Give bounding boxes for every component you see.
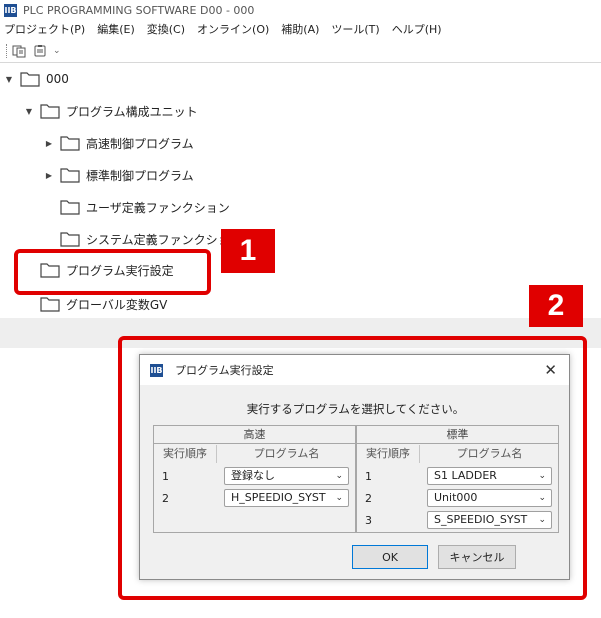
exec-settings-dialog: IIB プログラム実行設定 ✕ 実行するプログラムを選択してください。 高速 実… [139,354,570,580]
folder-icon [40,297,60,312]
expand-arrow-icon[interactable]: ▼ [24,107,34,116]
tree-label: 高速制御プログラム [86,136,194,151]
tree-item-standard[interactable]: ▶ 標準制御プログラム [44,161,194,189]
menu-assist[interactable]: 補助(A) [281,21,319,37]
menu-help[interactable]: ヘルプ(H) [392,21,442,37]
app-icon: IIB [4,3,17,17]
chevron-down-icon: ⌄ [538,493,546,503]
tree-label: ユーザ定義ファンクション [86,200,230,215]
menu-project[interactable]: プロジェクト(P) [4,21,85,37]
group-title: 高速 [154,426,355,444]
toolbar-overflow-icon[interactable]: ⌄ [53,46,61,56]
menu-convert[interactable]: 変換(C) [147,21,185,37]
chevron-down-icon: ⌄ [335,493,343,503]
tree-item-high-speed[interactable]: ▶ 高速制御プログラム [44,129,194,157]
standard-program-select-1[interactable]: S1 LADDER ⌄ [427,467,552,485]
folder-icon [40,104,60,119]
tree-label: 標準制御プログラム [86,168,194,183]
tree-label: グローバル変数GV [66,297,168,312]
group-header: 実行順序 プログラム名 [357,445,558,463]
dialog-title: プログラム実行設定 [175,364,274,377]
collapse-arrow-icon[interactable]: ▶ [44,139,54,148]
ok-button[interactable]: OK [352,545,428,569]
folder-icon [20,72,40,87]
dialog-prompt: 実行するプログラムを選択してください。 [246,402,465,416]
chevron-down-icon: ⌄ [538,471,546,481]
tree-item-program-unit[interactable]: ▼ プログラム構成ユニット [24,97,198,125]
callout-box-1 [14,249,211,295]
group-title: 標準 [357,426,558,444]
exec-order-2: 2 [365,492,372,505]
exec-order-1: 1 [365,470,372,483]
folder-icon [60,136,80,151]
col-program-name: プログラム名 [456,447,523,460]
col-exec-order: 実行順序 [154,445,217,463]
menu-bar: プロジェクト(P) 編集(E) 変換(C) オンライン(O) 補助(A) ツール… [0,20,601,38]
cancel-button[interactable]: キャンセル [438,545,516,569]
tree-label: システム定義ファンクション [86,232,242,247]
folder-icon [60,200,80,215]
standard-program-select-3[interactable]: S_SPEEDIO_SYST ⌄ [427,511,552,529]
copy-icon[interactable] [11,43,27,59]
exec-order-3: 3 [365,514,372,527]
window-title: PLC PROGRAMMING SOFTWARE D00 - 000 [23,3,255,17]
menu-online[interactable]: オンライン(O) [197,21,269,37]
tree-item-user-functions[interactable]: ▶ ユーザ定義ファンクション [44,193,230,221]
high-program-select-2[interactable]: H_SPEEDIO_SYST ⌄ [224,489,349,507]
tree-label: プログラム構成ユニット [66,104,198,119]
window-titlebar: IIB PLC PROGRAMMING SOFTWARE D00 - 000 [0,0,601,20]
callout-badge-1: 1 [221,229,275,273]
menu-edit[interactable]: 編集(E) [97,21,135,37]
col-exec-order: 実行順序 [357,445,420,463]
folder-icon [60,168,80,183]
collapse-arrow-icon[interactable]: ▶ [44,171,54,180]
group-standard: 標準 実行順序 プログラム名 1 S1 LADDER ⌄ 2 Unit000 ⌄… [356,425,559,533]
chevron-down-icon: ⌄ [335,471,343,481]
exec-order-2: 2 [162,492,169,505]
expand-arrow-icon[interactable]: ▼ [4,75,14,84]
tree-label: 000 [46,72,69,86]
dialog-titlebar: IIB プログラム実行設定 ✕ [140,355,569,385]
menu-tools[interactable]: ツール(T) [331,21,379,37]
close-icon[interactable]: ✕ [544,361,557,379]
chevron-down-icon: ⌄ [538,515,546,525]
standard-program-select-2[interactable]: Unit000 ⌄ [427,489,552,507]
group-header: 実行順序 プログラム名 [154,445,355,463]
toolbar-grip [6,43,7,58]
folder-icon [60,232,80,247]
dialog-app-icon: IIB [150,363,163,377]
toolbar: ⌄ [0,39,601,63]
high-program-select-1[interactable]: 登録なし ⌄ [224,467,349,485]
paste-icon[interactable] [33,43,49,59]
col-program-name: プログラム名 [253,447,320,460]
callout-badge-2: 2 [529,285,583,327]
exec-order-1: 1 [162,470,169,483]
group-high-speed: 高速 実行順序 プログラム名 1 登録なし ⌄ 2 H_SPEEDIO_SYST… [153,425,356,533]
tree-item-root[interactable]: ▼ 000 [4,65,69,93]
